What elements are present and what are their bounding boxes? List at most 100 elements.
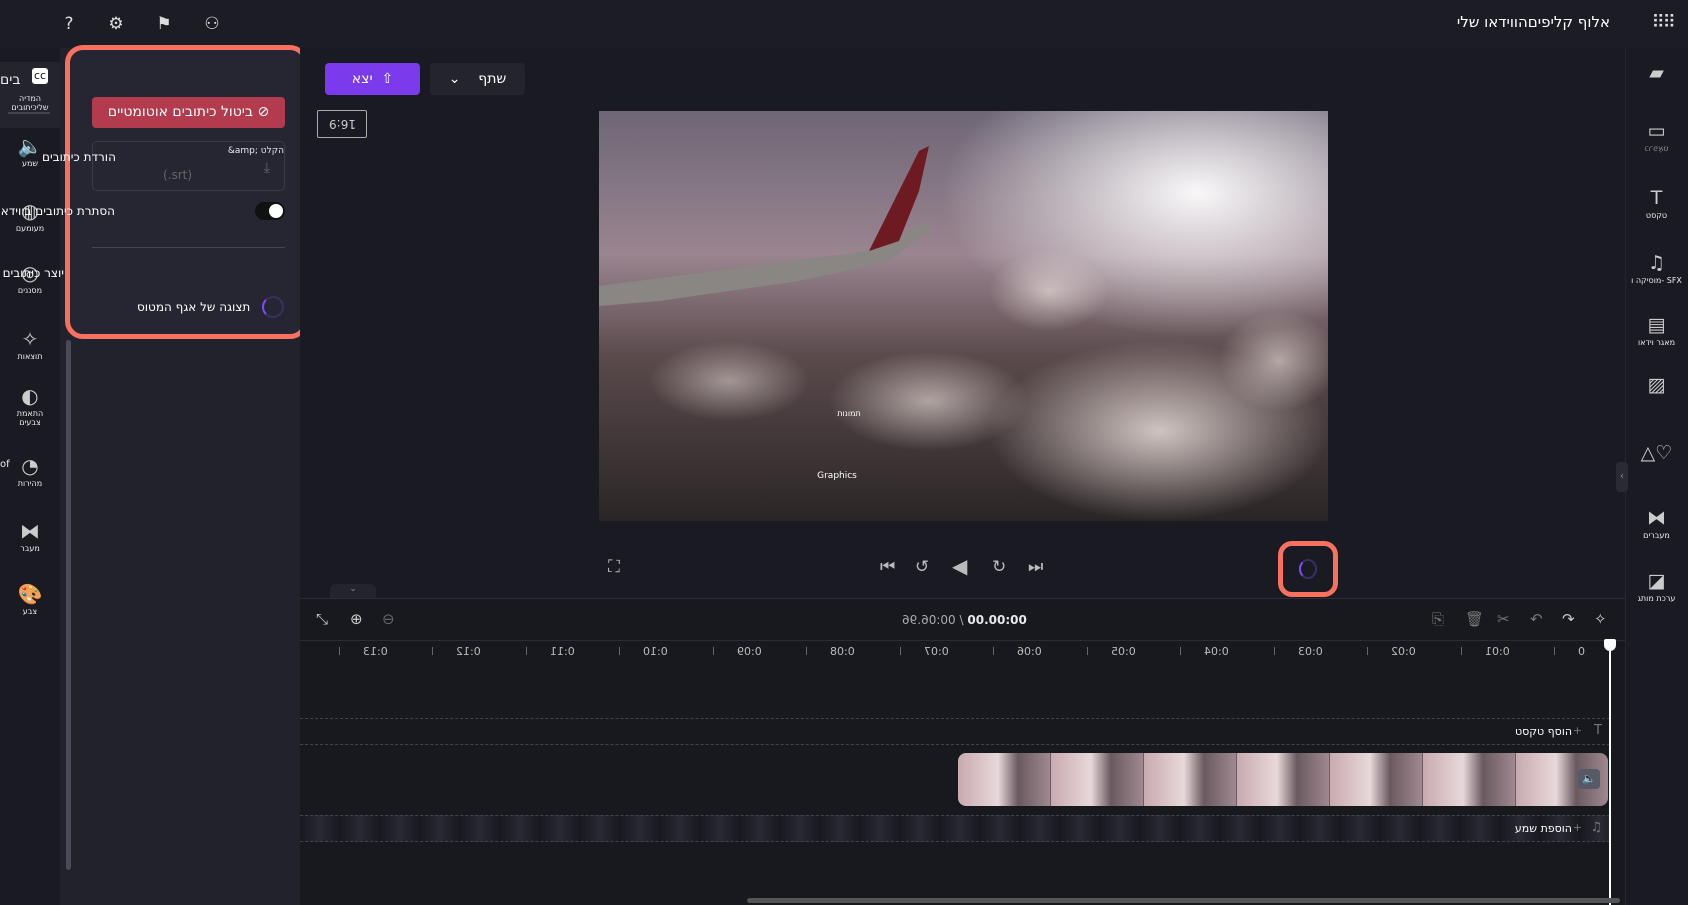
zoom-out-icon[interactable]: ⊖ bbox=[382, 610, 395, 628]
skip-back-icon[interactable]: ⏮ bbox=[880, 557, 895, 577]
sidebar-item-color-adjust[interactable]: ◐ התאמת צבעים bbox=[0, 383, 60, 427]
ruler-tick bbox=[1273, 647, 1275, 655]
export-button[interactable]: יצא ⇧ bbox=[325, 63, 420, 95]
video-clip[interactable]: 🔈 bbox=[958, 753, 1608, 806]
undo-icon[interactable]: ↶ bbox=[1530, 610, 1543, 628]
camera-icon: ▭ bbox=[1647, 120, 1666, 142]
rewind-5-icon[interactable]: ↺ bbox=[915, 557, 929, 577]
fullscreen-icon[interactable]: ⛶ bbox=[608, 557, 620, 577]
share-button[interactable]: ⌄ שתף bbox=[430, 63, 525, 95]
captions-off-icon: ⊘ bbox=[257, 104, 270, 120]
timeline-ruler[interactable]: 0 0:01 0:02 0:03 0:04 0:05 0:06 0:07 0:08 0:09 0:1… bbox=[300, 640, 1625, 662]
skip-forward-icon[interactable]: ⏭ bbox=[1028, 557, 1043, 577]
shapes-icon: △♡ bbox=[1640, 442, 1673, 464]
waveform-label: תצוגה של אגף המטוס bbox=[137, 300, 251, 314]
sidebar-item-film[interactable]: ▤ מאגר וידאו bbox=[1625, 312, 1688, 347]
collapse-right-panel-handle[interactable]: ‹ bbox=[1616, 462, 1628, 492]
transition-icon: ⧓ bbox=[1647, 507, 1666, 529]
left-rail: בים cc המדיה שליכיתובים 🔈 שמע ◍ מעומעם ◎ מס… bbox=[0, 48, 60, 905]
overlay-text: Graphics bbox=[817, 471, 857, 481]
transition-icon: ⧓ bbox=[20, 519, 40, 543]
playhead[interactable] bbox=[1609, 642, 1611, 905]
feedback-icon[interactable]: ⚑ bbox=[152, 12, 176, 36]
ruler-tick bbox=[1460, 647, 1462, 655]
audio-track[interactable]: הוספת שמע + ♫ bbox=[300, 815, 1610, 842]
music-icon: ♫ bbox=[1590, 820, 1602, 835]
panel-scrollbar[interactable] bbox=[66, 340, 71, 870]
trash-icon[interactable]: 🗑 bbox=[1465, 610, 1484, 628]
grid-icon[interactable]: ⠿⠿ bbox=[1652, 12, 1676, 33]
sidebar-item-captions[interactable]: בים cc המדיה שליכיתובים bbox=[0, 62, 60, 128]
right-rail: ‹ bbox=[1616, 48, 1688, 905]
film-icon: ▤ bbox=[1647, 314, 1666, 336]
download-captions-button[interactable]: &amp; הקלט ⤓ (.srt) bbox=[92, 141, 285, 191]
sidebar-item-camera[interactable]: ▭ כרפּאֶטּ bbox=[1625, 118, 1688, 153]
palette-icon: 🎨 bbox=[17, 582, 43, 606]
divider bbox=[8, 112, 50, 114]
sidebar-item-speed[interactable]: of ◔ מהירות bbox=[0, 453, 60, 488]
playhead-handle[interactable] bbox=[1604, 639, 1616, 651]
loading-spinner-icon bbox=[262, 296, 284, 318]
contrast-icon: ◐ bbox=[21, 384, 39, 408]
gear-icon[interactable]: ⚙ bbox=[104, 12, 128, 36]
fit-timeline-icon[interactable]: ⤡ bbox=[316, 610, 328, 628]
sidebar-item-text[interactable]: T טקסט bbox=[1625, 185, 1688, 220]
scissors-icon[interactable]: ✂ bbox=[1497, 610, 1510, 628]
ruler-tick-label: 0:09 bbox=[736, 645, 762, 658]
sidebar-item-brand-kit[interactable]: ◪ ערכת מותג bbox=[1625, 568, 1688, 603]
ruler-tick-label: 0:04 bbox=[1204, 645, 1229, 658]
text-icon: T bbox=[1594, 723, 1602, 738]
magnet-icon[interactable]: ✧ bbox=[1594, 610, 1607, 628]
ruler-tick bbox=[806, 647, 807, 655]
forward-5-icon[interactable]: ↻ bbox=[992, 557, 1006, 577]
captions-panel bbox=[65, 45, 308, 339]
sidebar-item-music[interactable]: ♫ מוסיקה ו- SFX bbox=[1625, 250, 1688, 285]
add-media-icon[interactable]: ⎘ bbox=[1432, 610, 1444, 628]
sidebar-item-transition[interactable]: ⧓ מעבר bbox=[0, 518, 60, 553]
speaker-icon[interactable]: 🔈 bbox=[1578, 769, 1600, 789]
download-icon: ⤓ bbox=[263, 160, 270, 176]
zoom-in-icon[interactable]: ⊕ bbox=[350, 610, 363, 628]
ruler-tick bbox=[619, 647, 620, 655]
ruler-tick-label: 0:03 bbox=[1297, 645, 1323, 658]
ruler-tick bbox=[1554, 647, 1555, 655]
music-icon: ♫ bbox=[1647, 252, 1666, 274]
redo-icon[interactable]: ↷ bbox=[1562, 610, 1575, 628]
play-icon[interactable]: ◀ bbox=[952, 554, 967, 578]
sidebar-item-shapes[interactable]: △♡ bbox=[1625, 440, 1688, 466]
chevron-down-icon: ⌄ bbox=[448, 71, 461, 87]
disable-auto-captions-button[interactable]: ביטול כיתובים אוטומטיים ⊘ bbox=[92, 97, 285, 128]
overlay-text: תמונות bbox=[837, 409, 861, 418]
cc-icon: cc bbox=[31, 68, 49, 84]
hide-captions-toggle[interactable] bbox=[255, 202, 285, 220]
plus-icon: + bbox=[1572, 821, 1582, 834]
ruler-tick-label: 0:13 bbox=[362, 645, 388, 658]
sidebar-item-image[interactable]: ▨ bbox=[1625, 372, 1688, 398]
timeline-scrollbar[interactable] bbox=[747, 898, 1620, 903]
sidebar-item-effects[interactable]: ✧ תוצאות bbox=[0, 326, 60, 361]
folder-icon: ▰ bbox=[1649, 62, 1664, 84]
help-icon[interactable]: ? bbox=[57, 12, 81, 36]
ruler-tick-label: 0:12 bbox=[456, 645, 481, 658]
loading-spinner-icon bbox=[1299, 559, 1317, 579]
image-icon: ▨ bbox=[1647, 374, 1666, 396]
sidebar-item-color[interactable]: 🎨 צבע bbox=[0, 581, 60, 616]
time-display: 00:06.96 \ 00.00:00 bbox=[902, 613, 1027, 627]
project-title[interactable]: אלוף קליפיםהווידאו שלי bbox=[1457, 13, 1610, 31]
sidebar-item-transition[interactable]: ⧓ מעברים bbox=[1625, 505, 1688, 540]
video-preview[interactable]: תמונות Graphics bbox=[599, 111, 1328, 521]
sidebar-item-folder[interactable]: ▰ bbox=[1625, 60, 1688, 86]
brand-kit-icon: ◪ bbox=[1647, 570, 1666, 592]
ruler-tick-label: 0:05 bbox=[1110, 645, 1136, 658]
collapse-timeline-handle[interactable]: ⌄ bbox=[330, 584, 376, 598]
ruler-tick bbox=[712, 647, 714, 655]
ruler-tick-label: 0:10 bbox=[643, 645, 668, 658]
text-track[interactable]: הוסף טקסט + T bbox=[300, 718, 1610, 745]
account-icon[interactable]: ⚇ bbox=[200, 12, 224, 36]
ruler-tick-label: 0:08 bbox=[830, 645, 855, 658]
plus-icon: + bbox=[1572, 724, 1582, 737]
hide-captions-label: הסתרת כיתובים בווידאו bbox=[0, 204, 115, 218]
ruler-tick-label: 0 bbox=[1578, 645, 1585, 658]
aspect-ratio-button[interactable]: 16:9 bbox=[317, 110, 367, 138]
ruler-tick bbox=[525, 647, 527, 655]
